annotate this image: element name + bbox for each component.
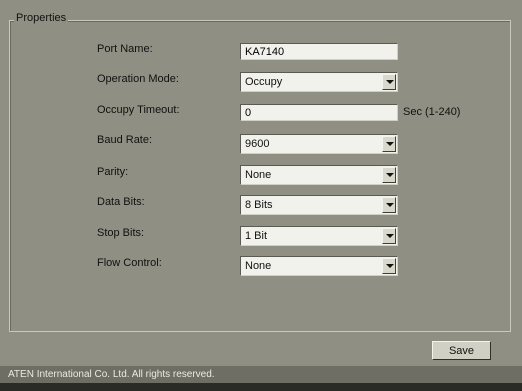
parity-label: Parity:	[97, 166, 129, 178]
flow-control-select[interactable]: None	[240, 256, 398, 276]
occupy-timeout-unit: Sec (1-240)	[403, 106, 461, 118]
operation-mode-value: Occupy	[245, 76, 283, 88]
occupy-timeout-label: Occupy Timeout:	[97, 104, 180, 116]
copyright-footer: ATEN International Co. Ltd. All rights r…	[0, 366, 522, 383]
flow-control-value: None	[245, 260, 272, 272]
occupy-timeout-input[interactable]	[240, 104, 398, 121]
bottom-divider	[0, 383, 522, 391]
properties-group-title: Properties	[14, 12, 69, 24]
data-bits-select[interactable]: 8 Bits	[240, 195, 398, 215]
operation-mode-select[interactable]: Occupy	[240, 72, 398, 92]
chevron-down-icon[interactable]	[382, 74, 396, 90]
data-bits-value: 8 Bits	[245, 199, 273, 211]
data-bits-label: Data Bits:	[97, 196, 145, 208]
save-button[interactable]: Save	[432, 341, 491, 360]
baud-rate-value: 9600	[245, 138, 270, 150]
chevron-down-icon[interactable]	[382, 228, 396, 244]
port-name-label: Port Name:	[97, 43, 153, 55]
chevron-down-icon[interactable]	[382, 167, 396, 183]
stop-bits-value: 1 Bit	[245, 230, 268, 242]
port-name-input[interactable]	[240, 43, 398, 60]
parity-value: None	[245, 169, 272, 181]
chevron-down-icon[interactable]	[382, 197, 396, 213]
chevron-down-icon[interactable]	[382, 258, 396, 274]
stop-bits-label: Stop Bits:	[97, 227, 145, 239]
flow-control-label: Flow Control:	[97, 257, 162, 269]
operation-mode-label: Operation Mode:	[97, 73, 179, 85]
parity-select[interactable]: None	[240, 165, 398, 185]
chevron-down-icon[interactable]	[382, 136, 396, 152]
baud-rate-select[interactable]: 9600	[240, 134, 398, 154]
baud-rate-label: Baud Rate:	[97, 134, 153, 146]
stop-bits-select[interactable]: 1 Bit	[240, 226, 398, 246]
properties-panel: Properties Port Name: Operation Mode: Oc…	[0, 0, 522, 366]
